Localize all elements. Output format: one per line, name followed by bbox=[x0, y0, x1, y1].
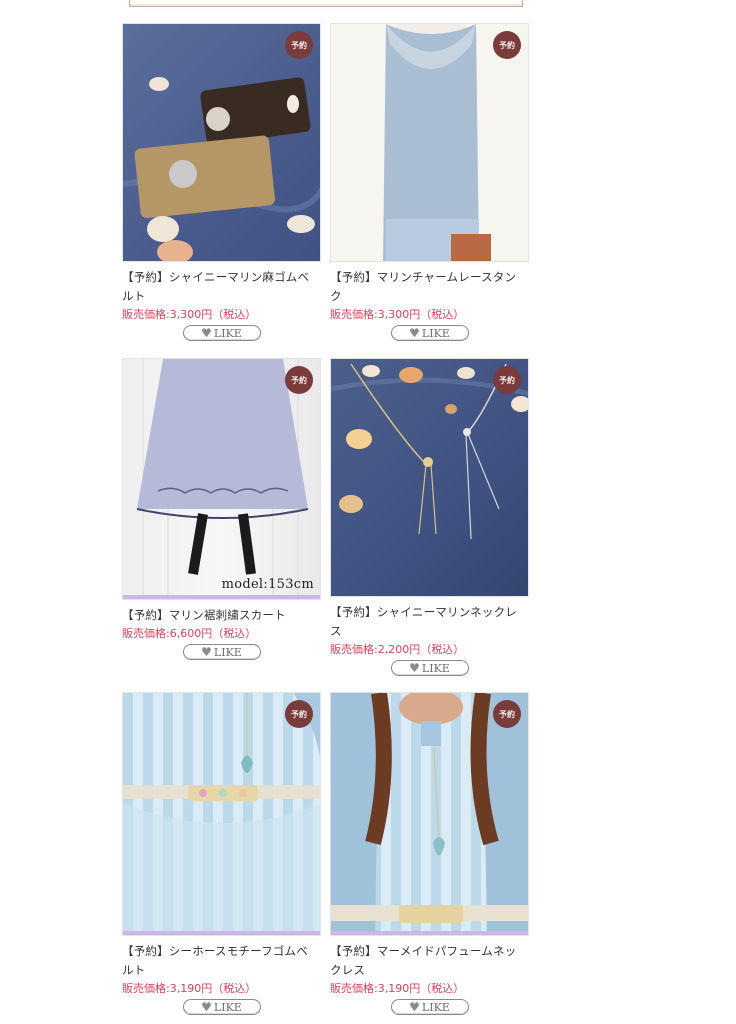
heart-icon: ♥ bbox=[409, 326, 420, 340]
product-name[interactable]: 【予約】シーホースモチーフゴムベ ルト bbox=[122, 942, 321, 980]
heart-icon: ♥ bbox=[409, 1000, 420, 1014]
reservation-badge: 予約 bbox=[285, 700, 313, 728]
photo-accent-bar bbox=[331, 931, 528, 935]
product-price: 販売価格:3,190円（税込） bbox=[330, 982, 465, 995]
like-button[interactable]: ♥ LIKE bbox=[390, 999, 469, 1015]
product-photo[interactable]: 予約 bbox=[330, 23, 529, 262]
product-price: 販売価格:2,200円（税込） bbox=[330, 643, 465, 656]
reservation-badge: 予約 bbox=[493, 366, 521, 394]
product-name[interactable]: 【予約】シャイニーマリン麻ゴムベ ルト bbox=[122, 268, 321, 306]
heart-icon: ♥ bbox=[201, 326, 212, 340]
like-label: LIKE bbox=[213, 1000, 242, 1014]
product-photo[interactable]: 予約 bbox=[122, 692, 321, 936]
like-button[interactable]: ♥ LIKE bbox=[390, 660, 469, 676]
product-photo[interactable]: model:153cm 予約 bbox=[122, 358, 321, 600]
model-height-caption: model:153cm bbox=[221, 577, 314, 592]
reservation-badge: 予約 bbox=[493, 700, 521, 728]
photo-accent-bar bbox=[123, 595, 320, 599]
like-label: LIKE bbox=[421, 326, 450, 340]
heart-icon: ♥ bbox=[201, 1000, 212, 1014]
like-label: LIKE bbox=[213, 645, 242, 659]
product-photo[interactable]: 予約 bbox=[122, 23, 321, 262]
product-price: 販売価格:3,300円（税込） bbox=[330, 308, 465, 321]
reservation-badge: 予約 bbox=[285, 366, 313, 394]
product-price: 販売価格:3,190円（税込） bbox=[122, 982, 257, 995]
product-photo[interactable]: 予約 bbox=[330, 358, 529, 597]
like-button[interactable]: ♥ LIKE bbox=[182, 325, 261, 341]
product-name[interactable]: 【予約】シャイニーマリンネックレ ス bbox=[330, 603, 529, 641]
like-label: LIKE bbox=[421, 661, 450, 675]
product-card[interactable]: 予約 【予約】マリンチャームレースタン ク 販売価格:3,300円（税込） ♥ … bbox=[330, 23, 529, 341]
product-name[interactable]: 【予約】マリンチャームレースタン ク bbox=[330, 268, 529, 306]
like-button[interactable]: ♥ LIKE bbox=[182, 999, 261, 1015]
product-card[interactable]: 予約 【予約】シャイニーマリンネックレ ス 販売価格:2,200円（税込） ♥ … bbox=[330, 358, 529, 676]
photo-accent-bar bbox=[123, 931, 320, 935]
product-name[interactable]: 【予約】マーメイドパフュームネッ クレス bbox=[330, 942, 529, 980]
product-card[interactable]: 予約 【予約】シーホースモチーフゴムベ ルト 販売価格:3,190円（税込） ♥… bbox=[122, 692, 321, 1015]
like-label: LIKE bbox=[213, 326, 242, 340]
like-label: LIKE bbox=[421, 1000, 450, 1014]
product-card[interactable]: 予約 【予約】シャイニーマリン麻ゴムベ ルト 販売価格:3,300円（税込） ♥… bbox=[122, 23, 321, 341]
like-button[interactable]: ♥ LIKE bbox=[182, 644, 261, 660]
product-price: 販売価格:6,600円（税込） bbox=[122, 627, 257, 640]
like-button[interactable]: ♥ LIKE bbox=[390, 325, 469, 341]
product-card[interactable]: 予約 【予約】マーメイドパフュームネッ クレス 販売価格:3,190円（税込） … bbox=[330, 692, 529, 1015]
reservation-badge: 予約 bbox=[493, 31, 521, 59]
product-photo[interactable]: 予約 bbox=[330, 692, 529, 936]
heart-icon: ♥ bbox=[201, 645, 212, 659]
product-card[interactable]: model:153cm 予約 【予約】マリン裾刺繍スカート 販売価格:6,600… bbox=[122, 358, 321, 660]
reservation-badge: 予約 bbox=[285, 31, 313, 59]
product-price: 販売価格:3,300円（税込） bbox=[122, 308, 257, 321]
product-name[interactable]: 【予約】マリン裾刺繍スカート bbox=[122, 606, 321, 625]
header-box bbox=[129, 0, 523, 7]
heart-icon: ♥ bbox=[409, 661, 420, 675]
